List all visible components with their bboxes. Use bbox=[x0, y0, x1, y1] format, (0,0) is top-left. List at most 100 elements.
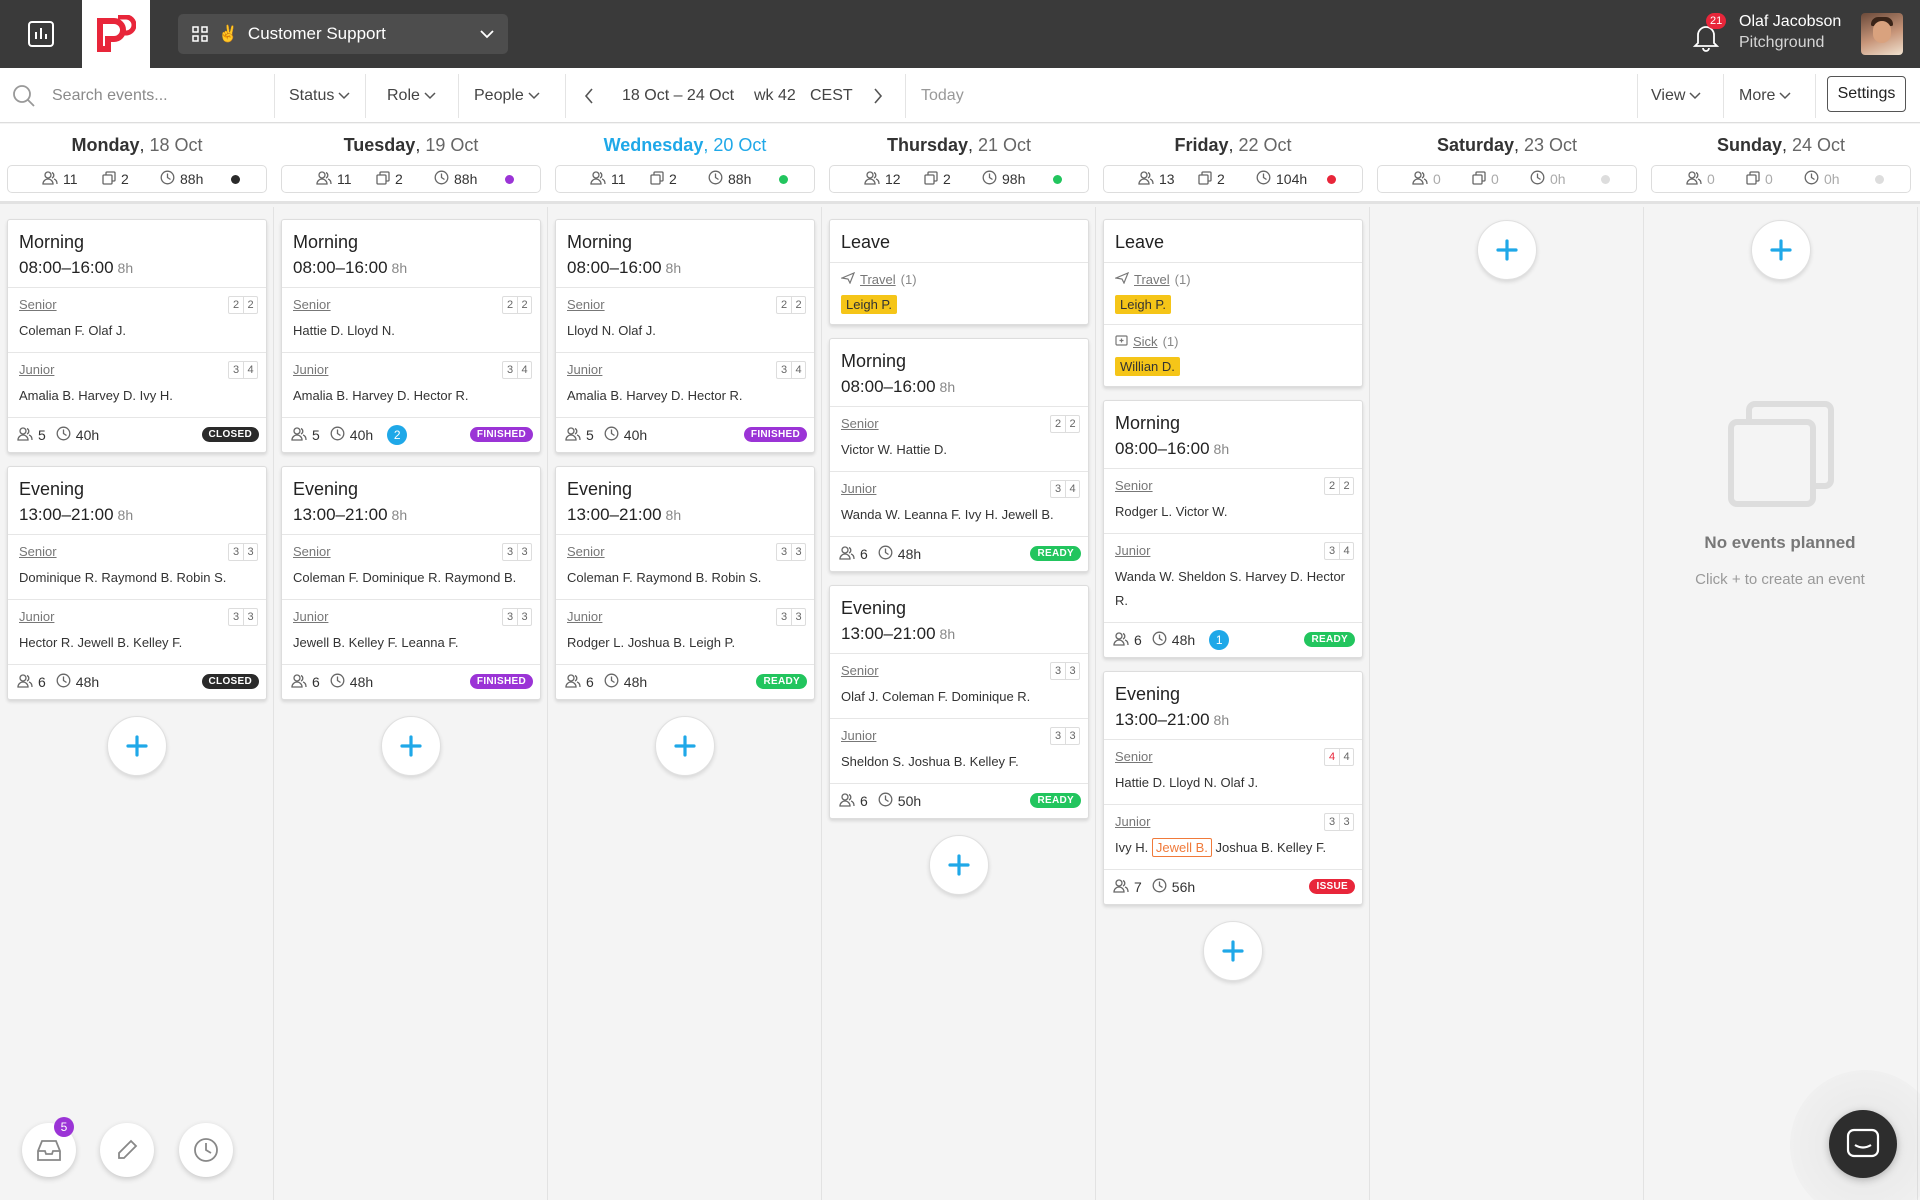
today-button[interactable]: Today bbox=[921, 68, 964, 123]
role-link[interactable]: Senior bbox=[293, 544, 529, 559]
status-badge[interactable]: FINISHED bbox=[469, 674, 533, 689]
role-link[interactable]: Junior bbox=[1115, 814, 1351, 829]
person-issue-chip[interactable]: Jewell B. bbox=[1151, 838, 1212, 857]
dashboard-icon[interactable] bbox=[0, 0, 82, 68]
role-link[interactable]: Senior bbox=[567, 544, 803, 559]
shift-card[interactable]: Evening 13:00–21:00 8h Senior 3 3 Coleman F. D… bbox=[281, 466, 541, 700]
add-event-button[interactable] bbox=[655, 716, 715, 776]
status-badge[interactable]: FINISHED bbox=[469, 427, 533, 442]
add-event-button[interactable] bbox=[1203, 921, 1263, 981]
leave-card[interactable]: Leave Travel (1) Leigh P. bbox=[829, 219, 1089, 325]
shift-card[interactable]: Morning 08:00–16:00 8h Senior 2 2 Rodger L. Vi… bbox=[1103, 400, 1363, 658]
person-names[interactable]: Wanda W. Sheldon S. Harvey D. Hector R. bbox=[1115, 569, 1345, 608]
user-menu[interactable]: Olaf Jacobson Pitchground bbox=[1739, 13, 1841, 52]
person-names[interactable]: Rodger L. Joshua B. Leigh P. bbox=[567, 635, 735, 650]
role-link[interactable]: Junior bbox=[19, 609, 255, 624]
status-badge[interactable]: READY bbox=[756, 674, 807, 689]
shift-card[interactable]: Morning 08:00–16:00 8h Senior 2 2 Victor W. Ha… bbox=[829, 338, 1089, 572]
shift-card[interactable]: Evening 13:00–21:00 8h Senior 3 3 Dominique R.… bbox=[7, 466, 267, 700]
day-title[interactable]: Tuesday, 19 Oct bbox=[274, 135, 548, 156]
status-badge[interactable]: FINISHED bbox=[743, 427, 807, 442]
leave-type-link[interactable]: Sick bbox=[1133, 334, 1158, 349]
avatar[interactable] bbox=[1861, 13, 1903, 55]
comments-badge[interactable]: 2 bbox=[387, 425, 408, 445]
status-badge[interactable]: ISSUE bbox=[1309, 879, 1355, 894]
leave-type-link[interactable]: Travel bbox=[1134, 272, 1170, 287]
day-title[interactable]: Monday, 18 Oct bbox=[0, 135, 274, 156]
leave-card[interactable]: Leave Travel (1) Leigh P. Sick (1) Willian D. bbox=[1103, 219, 1363, 387]
add-event-button[interactable] bbox=[1751, 220, 1811, 280]
role-link[interactable]: Senior bbox=[19, 297, 255, 312]
person-chip[interactable]: Leigh P. bbox=[841, 295, 898, 314]
comments-badge[interactable]: 1 bbox=[1209, 630, 1230, 650]
inbox-button[interactable]: 5 bbox=[22, 1117, 76, 1177]
person-name[interactable]: Ivy H. bbox=[1115, 840, 1148, 855]
person-names[interactable]: Coleman F. Olaf J. bbox=[19, 323, 126, 338]
person-names[interactable]: Rodger L. Victor W. bbox=[1115, 504, 1227, 519]
leave-type-link[interactable]: Travel bbox=[860, 272, 896, 287]
status-badge[interactable]: CLOSED bbox=[201, 674, 259, 689]
person-names[interactable]: Wanda W. Leanna F. Ivy H. Jewell B. bbox=[841, 507, 1054, 522]
status-badge[interactable]: READY bbox=[1030, 793, 1081, 808]
person-names[interactable]: Amalia B. Harvey D. Hector R. bbox=[567, 388, 743, 403]
previous-week-button[interactable] bbox=[584, 68, 594, 123]
view-menu[interactable]: View bbox=[1651, 68, 1701, 123]
role-link[interactable]: Junior bbox=[293, 362, 529, 377]
shift-card[interactable]: Evening 13:00–21:00 8h Senior 4 4 Hattie D. Ll… bbox=[1103, 671, 1363, 905]
person-names[interactable]: Olaf J. Coleman F. Dominique R. bbox=[841, 689, 1030, 704]
status-badge[interactable]: READY bbox=[1304, 632, 1355, 647]
day-title[interactable]: Sunday, 24 Oct bbox=[1644, 135, 1918, 156]
more-menu[interactable]: More bbox=[1739, 68, 1791, 123]
app-logo[interactable] bbox=[82, 0, 150, 68]
add-event-button[interactable] bbox=[1477, 220, 1537, 280]
person-chip[interactable]: Willian D. bbox=[1115, 357, 1180, 376]
add-event-button[interactable] bbox=[381, 716, 441, 776]
person-names[interactable]: Amalia B. Harvey D. Ivy H. bbox=[19, 388, 173, 403]
settings-button[interactable]: Settings bbox=[1827, 76, 1906, 112]
team-selector[interactable]: ✌ Customer Support bbox=[178, 14, 508, 54]
role-link[interactable]: Senior bbox=[841, 663, 1077, 678]
status-badge[interactable]: CLOSED bbox=[201, 427, 259, 442]
shift-card[interactable]: Evening 13:00–21:00 8h Senior 3 3 Olaf J. Cole… bbox=[829, 585, 1089, 819]
person-names[interactable]: Lloyd N. Olaf J. bbox=[567, 323, 656, 338]
role-link[interactable]: Junior bbox=[841, 481, 1077, 496]
person-names[interactable]: Coleman F. Dominique R. Raymond B. bbox=[293, 570, 516, 585]
notifications-button[interactable]: 21 bbox=[1692, 13, 1727, 52]
person-names[interactable]: Coleman F. Raymond B. Robin S. bbox=[567, 570, 761, 585]
role-link[interactable]: Junior bbox=[567, 609, 803, 624]
role-filter[interactable]: Role bbox=[387, 68, 436, 123]
role-link[interactable]: Junior bbox=[19, 362, 255, 377]
shift-card[interactable]: Evening 13:00–21:00 8h Senior 3 3 Coleman F. R… bbox=[555, 466, 815, 700]
people-filter[interactable]: People bbox=[474, 68, 540, 123]
shift-card[interactable]: Morning 08:00–16:00 8h Senior 2 2 Lloyd N. Ola… bbox=[555, 219, 815, 453]
person-names[interactable]: Victor W. Hattie D. bbox=[841, 442, 947, 457]
day-title[interactable]: Friday, 22 Oct bbox=[1096, 135, 1370, 156]
status-filter[interactable]: Status bbox=[289, 68, 350, 123]
role-link[interactable]: Junior bbox=[841, 728, 1077, 743]
status-badge[interactable]: READY bbox=[1030, 546, 1081, 561]
chat-button[interactable] bbox=[1829, 1110, 1897, 1178]
person-names[interactable]: Dominique R. Raymond B. Robin S. bbox=[19, 570, 226, 585]
day-title[interactable]: Wednesday, 20 Oct bbox=[548, 135, 822, 156]
person-names[interactable]: Hector R. Jewell B. Kelley F. bbox=[19, 635, 182, 650]
add-event-button[interactable] bbox=[107, 716, 167, 776]
day-title[interactable]: Saturday, 23 Oct bbox=[1370, 135, 1644, 156]
person-chip[interactable]: Leigh P. bbox=[1115, 295, 1172, 314]
role-link[interactable]: Junior bbox=[1115, 543, 1351, 558]
next-week-button[interactable] bbox=[873, 68, 883, 123]
edit-button[interactable] bbox=[100, 1123, 154, 1177]
search-input[interactable] bbox=[52, 82, 267, 110]
role-link[interactable]: Senior bbox=[1115, 749, 1351, 764]
role-link[interactable]: Senior bbox=[1115, 478, 1351, 493]
day-title[interactable]: Thursday, 21 Oct bbox=[822, 135, 1096, 156]
person-names[interactable]: Sheldon S. Joshua B. Kelley F. bbox=[841, 754, 1019, 769]
role-link[interactable]: Junior bbox=[293, 609, 529, 624]
add-event-button[interactable] bbox=[929, 835, 989, 895]
role-link[interactable]: Senior bbox=[293, 297, 529, 312]
person-names[interactable]: Jewell B. Kelley F. Leanna F. bbox=[293, 635, 458, 650]
role-link[interactable]: Senior bbox=[841, 416, 1077, 431]
person-names[interactable]: Hattie D. Lloyd N. bbox=[293, 323, 395, 338]
role-link[interactable]: Junior bbox=[567, 362, 803, 377]
date-range[interactable]: 18 Oct – 24 Oct bbox=[622, 68, 734, 123]
role-link[interactable]: Senior bbox=[567, 297, 803, 312]
